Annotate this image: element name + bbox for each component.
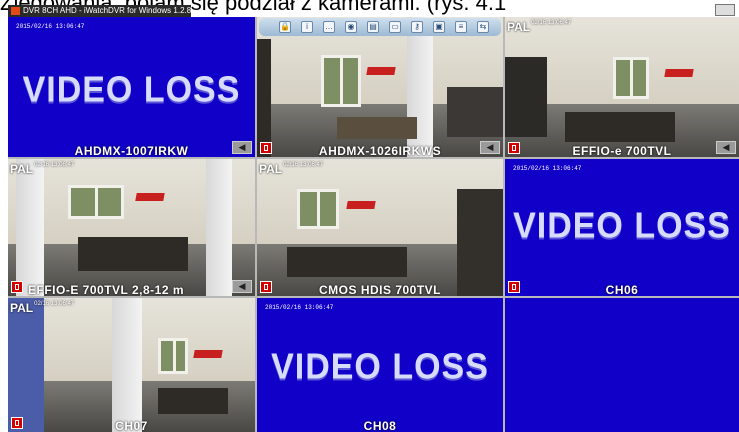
speaker-icon[interactable]: ◀ xyxy=(480,141,500,154)
lock-icon[interactable]: 🔒 xyxy=(279,21,291,33)
camera-tile-6[interactable]: 2015/02/16 13:06:47 VIDEO LOSS CH06 xyxy=(505,159,739,296)
timestamp: 02/16 13:06:47 xyxy=(531,20,572,26)
timestamp: 2015/02/16 13:06:47 xyxy=(265,304,334,311)
camera-label: AHDMX-1026IRKWS xyxy=(318,144,442,157)
camera-tile-5[interactable]: PAL02/16 13:06:47 CMOS HDIS 700TVL xyxy=(257,159,503,296)
timestamp: 02/16 13:06:47 xyxy=(34,162,75,168)
camera-tile-1[interactable]: 2015/02/16 13:06:47 VIDEO LOSS AHDMX-100… xyxy=(8,17,255,157)
save-icon[interactable]: ▤ xyxy=(367,21,379,33)
monitor-icon[interactable]: ▭ xyxy=(389,21,401,33)
pal-indicator: PAL xyxy=(10,162,34,176)
timestamp: 2015/02/16 13:06:47 xyxy=(513,165,582,172)
camera-tile-4[interactable]: PAL02/16 13:06:47 EFFIO-E 700TVL 2,8-12 … xyxy=(8,159,255,296)
network-icon[interactable]: ⇆ xyxy=(477,21,489,33)
window-controls[interactable] xyxy=(715,4,735,16)
list-icon[interactable]: ≡ xyxy=(455,21,467,33)
camera-tile-7[interactable]: PAL02/16 13:06:47 CH07 xyxy=(8,298,255,432)
speaker-icon[interactable]: ◀ xyxy=(232,141,252,154)
camera-tile-2[interactable]: AHDMX-1026IRKWS ◀ xyxy=(257,17,503,157)
camera-label: CH07 xyxy=(115,419,148,432)
window-titlebar[interactable]: DVR 8CH AHD - iWatchDVR for Windows 1.2.… xyxy=(8,5,191,17)
app-icon xyxy=(11,7,20,15)
camera-tile-8[interactable]: 2015/02/16 13:06:47 VIDEO LOSS CH08 xyxy=(257,298,503,432)
camera-label: CH06 xyxy=(605,283,639,296)
camera-tile-9[interactable] xyxy=(505,298,739,432)
pal-indicator: PAL xyxy=(10,301,34,315)
timestamp: 02/16 13:06:47 xyxy=(34,301,75,307)
picture-icon[interactable]: ▣ xyxy=(433,21,445,33)
camera-label: AHDMX-1007IRKW xyxy=(74,144,189,157)
camera-label: EFFIO-E 700TVL 2,8-12 m xyxy=(28,283,184,296)
timestamp: 02/16 13:06:47 xyxy=(283,162,324,168)
timestamp: 2015/02/16 13:06:47 xyxy=(16,23,85,30)
speaker-icon[interactable]: ◀ xyxy=(716,141,736,154)
info-icon[interactable]: i xyxy=(301,21,313,33)
video-loss-text: VIDEO LOSS xyxy=(271,347,489,387)
video-loss-text: VIDEO LOSS xyxy=(513,206,731,246)
pal-indicator: PAL xyxy=(259,162,283,176)
camera-label: EFFIO-e 700TVL xyxy=(572,144,672,157)
key-icon[interactable]: ⚷ xyxy=(411,21,423,33)
speaker-icon[interactable]: ◀ xyxy=(232,280,252,293)
chat-icon[interactable]: … xyxy=(323,21,335,33)
pal-indicator: PAL xyxy=(507,20,531,34)
live-toolbar: 🔒 i … ◉ ▤ ▭ ⚷ ▣ ≡ ⇆ xyxy=(259,18,501,36)
video-loss-text: VIDEO LOSS xyxy=(22,70,241,110)
window-title: DVR 8CH AHD - iWatchDVR for Windows 1.2.… xyxy=(23,6,191,15)
camera-tile-3[interactable]: PAL02/16 13:06:47 EFFIO-e 700TVL ◀ xyxy=(505,17,739,157)
record-icon[interactable] xyxy=(11,281,23,293)
camera-label: CH08 xyxy=(363,419,397,432)
camera-grid: 2015/02/16 13:06:47 VIDEO LOSS AHDMX-100… xyxy=(8,17,739,432)
camera-icon[interactable]: ◉ xyxy=(345,21,357,33)
camera-label: CMOS HDIS 700TVL xyxy=(318,283,442,296)
